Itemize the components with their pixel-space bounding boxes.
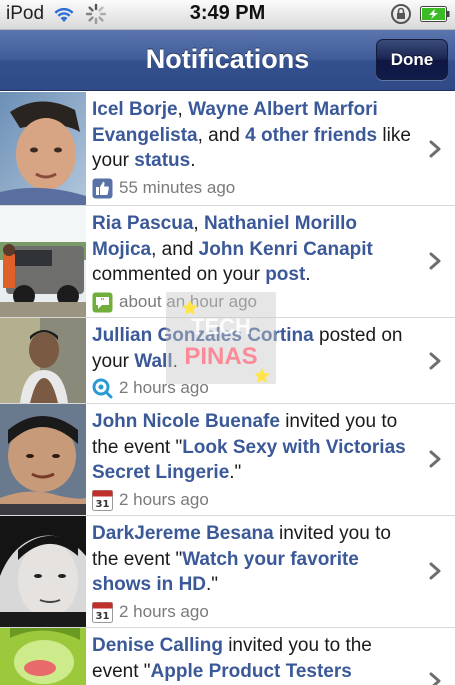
notification-text: Ria Pascua, Nathaniel Morillo Mojica, an…	[92, 211, 412, 288]
notification-plain-text: .	[190, 150, 196, 171]
notification-text: DarkJereme Besana invited you to the eve…	[92, 521, 412, 598]
notification-row[interactable]: Icel Borje, Wayne Albert Marfori Evangel…	[0, 92, 455, 206]
notification-text: Jullian Gonzales Cortina posted on your …	[92, 323, 412, 374]
notification-link[interactable]: Jullian Gonzales Cortina	[92, 325, 314, 346]
calendar-icon: 31	[92, 489, 113, 511]
avatar	[0, 92, 86, 205]
notification-meta: 31 2 hours ago	[92, 601, 412, 623]
notification-link[interactable]: Wall	[134, 351, 172, 372]
notification-row[interactable]: Denise Calling invited you to the event …	[0, 628, 455, 685]
notification-link[interactable]: post	[265, 264, 305, 285]
svg-text:31: 31	[96, 499, 110, 510]
like-icon	[92, 178, 113, 198]
clock: 3:49 PM	[189, 2, 266, 24]
wall-icon	[92, 378, 113, 399]
notification-content: Denise Calling invited you to the event …	[92, 633, 412, 684]
notification-link[interactable]: DarkJereme Besana	[92, 523, 274, 544]
notification-plain-text: .	[305, 264, 311, 285]
notification-time: about an hour ago	[119, 291, 258, 311]
notification-time: 2 hours ago	[119, 378, 209, 397]
notification-plain-text: ."	[206, 574, 219, 595]
notification-meta: 2 hours ago	[92, 377, 412, 399]
notification-text: John Nicole Buenafe invited you to the e…	[92, 409, 412, 486]
avatar	[0, 628, 86, 685]
notification-content: Jullian Gonzales Cortina posted on your …	[92, 323, 412, 399]
notification-plain-text: , and	[151, 238, 199, 260]
notification-content: Icel Borje, Wayne Albert Marfori Evangel…	[92, 97, 412, 199]
comment-icon: "	[92, 292, 113, 312]
notification-link[interactable]: 4 other friends	[245, 125, 377, 146]
battery-icon	[420, 6, 450, 22]
chevron-right-icon	[429, 252, 441, 270]
notifications-list: Icel Borje, Wayne Albert Marfori Evangel…	[0, 92, 455, 685]
notification-row[interactable]: Ria Pascua, Nathaniel Morillo Mojica, an…	[0, 206, 455, 318]
notification-plain-text: commented on your	[92, 264, 266, 285]
calendar-icon: 31	[92, 601, 113, 623]
status-bar: iPod 3:49 PM	[0, 0, 455, 30]
notification-content: DarkJereme Besana invited you to the eve…	[92, 521, 412, 623]
notification-text: Icel Borje, Wayne Albert Marfori Evangel…	[92, 97, 412, 174]
notification-row[interactable]: DarkJereme Besana invited you to the eve…	[0, 516, 455, 628]
avatar	[0, 206, 86, 317]
notification-row[interactable]: Jullian Gonzales Cortina posted on your …	[0, 318, 455, 404]
notification-content: Ria Pascua, Nathaniel Morillo Mojica, an…	[92, 211, 412, 313]
chevron-right-icon	[429, 672, 441, 685]
notification-time: 55 minutes ago	[119, 177, 236, 197]
navigation-bar: Notifications Done	[0, 30, 455, 91]
avatar	[0, 516, 86, 627]
notification-plain-text: ,	[193, 213, 204, 234]
notification-link[interactable]: Denise Calling	[92, 635, 223, 656]
notification-link[interactable]: Icel Borje	[92, 99, 178, 120]
notification-plain-text: , and	[197, 124, 246, 146]
notification-link[interactable]: Ria Pascua	[92, 213, 193, 234]
notification-plain-text: ,	[177, 99, 189, 120]
notification-meta: 55 minutes ago	[92, 177, 412, 199]
chevron-right-icon	[429, 352, 441, 370]
chevron-right-icon	[429, 140, 441, 158]
notification-time: 2 hours ago	[119, 601, 209, 621]
notification-link[interactable]: Apple Product Testers	[151, 661, 352, 682]
done-button[interactable]: Done	[376, 39, 448, 80]
notification-plain-text: .	[172, 350, 178, 372]
rotation-lock-icon	[391, 4, 411, 24]
notification-content: John Nicole Buenafe invited you to the e…	[92, 409, 412, 511]
avatar	[0, 318, 86, 403]
svg-text:31: 31	[96, 611, 110, 622]
notification-time: 2 hours ago	[119, 489, 209, 509]
avatar	[0, 404, 86, 515]
chevron-right-icon	[429, 450, 441, 468]
notification-link[interactable]: John Kenri Canapit	[199, 239, 373, 260]
notification-plain-text: ."	[229, 462, 242, 483]
notification-meta: 31 2 hours ago	[92, 489, 412, 511]
notification-link[interactable]: status	[134, 150, 190, 171]
notification-row[interactable]: John Nicole Buenafe invited you to the e…	[0, 404, 455, 516]
chevron-right-icon	[429, 562, 441, 580]
notification-link[interactable]: John Nicole Buenafe	[92, 411, 280, 432]
notification-meta: " about an hour ago	[92, 291, 412, 313]
notification-text: Denise Calling invited you to the event …	[92, 633, 412, 684]
svg-text:": "	[100, 297, 104, 306]
